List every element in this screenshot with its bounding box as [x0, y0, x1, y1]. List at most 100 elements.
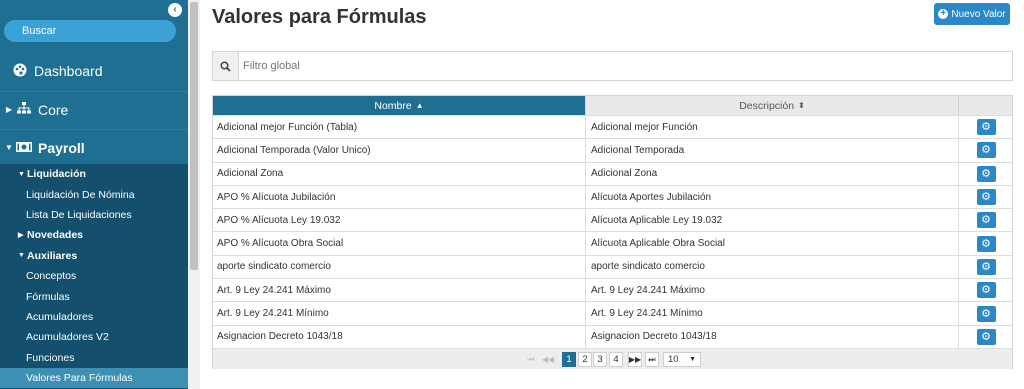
sidebar-group-label: Liquidación	[27, 168, 86, 181]
page-button-4[interactable]: 4	[609, 352, 623, 367]
sidebar-item-core[interactable]: ▶ Core	[0, 91, 188, 127]
gear-icon[interactable]: ⚙	[976, 258, 996, 275]
cell-descripcion: Adicional Temporada	[585, 139, 958, 162]
cell-actions: ⚙	[958, 162, 1012, 185]
search-icon	[213, 52, 239, 80]
column-header-descripcion[interactable]: Descripción ⬍	[585, 96, 958, 115]
prev-page-icon[interactable]: ◀◀	[541, 352, 555, 367]
page-title: Valores para Fórmulas	[212, 6, 427, 28]
cell-descripcion: aporte sindicato comercio	[585, 255, 958, 279]
cell-nombre: Art. 9 Ley 24.241 Mínimo	[217, 308, 329, 320]
cell-nombre: APO % Alícuota Obra Social	[217, 238, 344, 250]
sidebar-group-label: Novedades	[27, 229, 84, 242]
cell-actions: ⚙	[958, 325, 1012, 348]
sidebar-item-valores-para-formulas[interactable]: Valores Para Fórmulas	[0, 367, 188, 389]
chevron-down-icon: ▼	[18, 252, 25, 260]
cell-actions: ⚙	[958, 232, 1012, 255]
gear-icon[interactable]: ⚙	[976, 189, 996, 206]
gear-icon[interactable]: ⚙	[976, 305, 996, 322]
values-table: Nombre ▲ Descripción ⬍ Adicional mejor F…	[212, 95, 1013, 369]
sidebar-group-novedades[interactable]: ▶ Novedades	[0, 225, 188, 245]
gear-icon[interactable]: ⚙	[976, 142, 996, 159]
sidebar-item-label: Core	[38, 101, 69, 118]
chevron-down-icon: ▼	[18, 170, 25, 178]
next-page-icon[interactable]: ▶▶	[628, 352, 642, 367]
cell-actions: ⚙	[958, 255, 1012, 279]
sidebar-item-label: Payroll	[38, 139, 85, 156]
cell-actions: ⚙	[958, 302, 1012, 325]
sidebar-item-label: Dashboard	[34, 63, 103, 79]
cell-nombre: Adicional mejor Función (Tabla)	[217, 121, 358, 133]
cell-descripcion: Asignacion Decreto 1043/18	[585, 325, 958, 348]
sidebar-group-auxiliares[interactable]: ▼ Auxiliares	[0, 246, 188, 266]
page-size-select[interactable]: 10 ▼	[663, 352, 701, 367]
column-header-actions	[958, 96, 1012, 115]
sidebar-group-label: Auxiliares	[27, 249, 78, 262]
table-row[interactable]: APO % Alícuota Ley 19.032 Alícuota Aplica…	[213, 208, 1012, 232]
palette-icon	[12, 63, 28, 80]
gear-icon[interactable]: ⚙	[976, 328, 996, 345]
table-row[interactable]: APO % Alícuota Obra Social Alícuota Aplic…	[213, 231, 1012, 255]
global-filter-input[interactable]	[243, 52, 1003, 80]
column-header-label: Nombre	[374, 99, 412, 112]
gear-icon[interactable]: ⚙	[976, 235, 996, 252]
plus-circle-icon: +	[938, 9, 949, 19]
sidebar-item-conceptos[interactable]: Conceptos	[0, 266, 188, 286]
sidebar-item-payroll[interactable]: ▼ Payroll	[0, 129, 188, 165]
cell-nombre: Adicional Zona	[217, 168, 284, 180]
search-button[interactable]: Buscar	[4, 20, 176, 42]
gear-icon[interactable]: ⚙	[976, 282, 996, 299]
sidebar-item-lista-de-liquidaciones[interactable]: Lista De Liquidaciones	[0, 205, 188, 225]
cell-nombre: APO % Alícuota Jubilación	[217, 191, 336, 203]
page-button-2[interactable]: 2	[578, 352, 592, 367]
sidebar-item-dashboard[interactable]: Dashboard	[0, 53, 188, 89]
global-filter	[212, 51, 1013, 81]
cell-actions: ⚙	[958, 116, 1012, 139]
cell-actions: ⚙	[958, 139, 1012, 162]
sidebar-item-acumuladores-v2[interactable]: Acumuladores V2	[0, 327, 188, 347]
payroll-submenu: ▼ Liquidación Liquidación De Nómina Lista…	[0, 164, 188, 389]
cell-descripcion: Adicional Zona	[585, 162, 958, 185]
sidebar-scrollbar-thumb[interactable]	[190, 2, 198, 270]
table-row[interactable]: Art. 9 Ley 24.241 Máximo Art. 9 Ley 24.24…	[213, 278, 1012, 302]
sidebar: ‹ Buscar Dashboard ▶ Core ▼ Payroll ▼ Liq…	[0, 0, 188, 389]
chevron-right-icon: ▶	[18, 232, 24, 240]
cell-nombre: aporte sindicato comercio	[217, 261, 331, 273]
cell-nombre: APO % Alícuota Ley 19.032	[217, 214, 341, 226]
sidebar-item-formulas[interactable]: Fórmulas	[0, 286, 188, 306]
table-row[interactable]: Adicional Zona Adicional Zona ⚙	[213, 161, 1012, 185]
pagination: ⏮ ◀◀ 1 2 3 4 ▶▶ ⏭ 10 ▼	[213, 348, 1012, 369]
gear-icon[interactable]: ⚙	[976, 165, 996, 182]
cell-descripcion: Alícuota Aplicable Obra Social	[585, 232, 958, 255]
last-page-icon[interactable]: ⏭	[645, 352, 659, 367]
new-value-button[interactable]: + Nuevo Valor	[934, 3, 1010, 25]
sitemap-icon	[16, 102, 32, 117]
table-row[interactable]: APO % Alícuota Jubilación Alícuota Aporte…	[213, 184, 1012, 209]
table-body: Adicional mejor Función (Tabla) Adicional…	[213, 115, 1012, 348]
sidebar-group-liquidacion[interactable]: ▼ Liquidación	[0, 164, 188, 184]
page-button-1[interactable]: 1	[562, 352, 576, 367]
money-icon	[16, 140, 32, 155]
gear-icon[interactable]: ⚙	[976, 212, 996, 229]
table-row[interactable]: Art. 9 Ley 24.241 Mínimo Art. 9 Ley 24.24…	[213, 301, 1012, 325]
page-button-3[interactable]: 3	[593, 352, 607, 367]
table-row[interactable]: aporte sindicato comercio aporte sindicat…	[213, 254, 1012, 279]
cell-descripcion: Art. 9 Ley 24.241 Máximo	[585, 279, 958, 302]
first-page-icon[interactable]: ⏮	[524, 352, 538, 367]
chevron-down-icon: ▼	[689, 356, 696, 363]
column-header-label: Descripción	[739, 99, 795, 112]
sidebar-item-funciones[interactable]: Funciones	[0, 348, 188, 368]
table-row[interactable]: Adicional Temporada (Valor Unico) Adicion…	[213, 138, 1012, 162]
cell-actions: ⚙	[958, 185, 1012, 209]
table-row[interactable]: Adicional mejor Función (Tabla) Adicional…	[213, 115, 1012, 139]
table-row[interactable]: Asignacion Decreto 1043/18 Asignacion Dec…	[213, 324, 1012, 348]
sidebar-item-acumuladores[interactable]: Acumuladores	[0, 307, 188, 327]
sidebar-item-liquidacion-de-nomina[interactable]: Liquidación De Nómina	[0, 184, 188, 204]
sort-asc-icon: ▲	[415, 101, 424, 110]
cell-descripcion: Art. 9 Ley 24.241 Mínimo	[585, 302, 958, 325]
cell-nombre: Adicional Temporada (Valor Unico)	[217, 144, 371, 156]
new-value-button-label: Nuevo Valor	[951, 8, 1006, 20]
collapse-sidebar-icon[interactable]: ‹	[168, 3, 182, 17]
column-header-nombre[interactable]: Nombre ▲	[213, 96, 585, 115]
gear-icon[interactable]: ⚙	[976, 119, 996, 136]
